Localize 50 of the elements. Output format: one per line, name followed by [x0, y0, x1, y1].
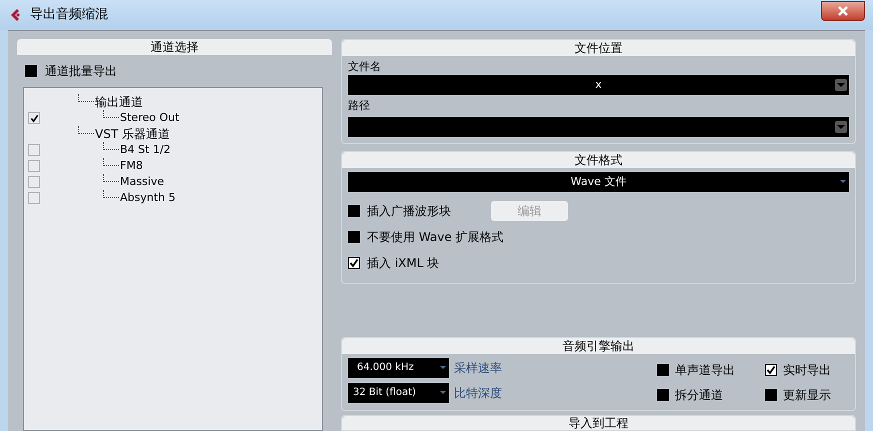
checkbox-label: 拆分通道	[675, 386, 723, 404]
checkbox[interactable]	[28, 192, 40, 204]
panel-header: 音频引擎输出	[342, 338, 855, 354]
sample-rate-dropdown[interactable]: 64.000 kHz	[348, 358, 449, 378]
checkbox-label: 更新显示	[783, 386, 831, 404]
caret-icon	[840, 180, 846, 184]
tree-item[interactable]: B4 St 1/2	[120, 142, 171, 158]
checkbox-label: 插入广播波形块	[367, 203, 451, 220]
close-button[interactable]	[821, 1, 865, 21]
checkbox-label: 单声道导出	[675, 362, 735, 379]
checkbox-label: 不要使用 Wave 扩展格式	[367, 229, 504, 246]
checkbox[interactable]	[765, 388, 777, 401]
field-label: 文件名	[347, 59, 382, 75]
window-title: 导出音频缩混	[30, 6, 108, 24]
checkbox[interactable]	[657, 388, 669, 401]
panel-header: 导入到工程	[342, 416, 855, 430]
bit-depth-dropdown[interactable]: 32 Bit (float)	[348, 382, 449, 403]
panel-header: 文件格式	[342, 152, 855, 168]
checkbox[interactable]	[28, 160, 40, 172]
field-label: 比特深度	[454, 384, 502, 402]
field-label: 路径	[347, 98, 371, 114]
checkbox[interactable]	[348, 205, 360, 217]
checkbox[interactable]	[28, 176, 40, 188]
checkbox[interactable]	[348, 231, 360, 243]
close-icon	[837, 6, 849, 16]
path-field[interactable]	[348, 117, 849, 137]
panel-header: 通道选择	[17, 39, 332, 55]
checkbox[interactable]	[765, 364, 777, 376]
dropdown-icon[interactable]	[835, 79, 847, 91]
checkbox[interactable]	[348, 257, 360, 269]
panel-header: 文件位置	[342, 40, 855, 56]
tree-item[interactable]: VST 乐器通道	[95, 125, 170, 143]
tree-item[interactable]: FM8	[120, 158, 143, 174]
checkbox-label: 实时导出	[783, 362, 831, 379]
checkbox-label: 通道批量导出	[45, 63, 117, 80]
tree-item[interactable]: 输出通道	[95, 93, 143, 111]
checkbox-label: 插入 iXML 块	[367, 255, 440, 272]
tree-item[interactable]: Massive	[120, 174, 164, 190]
tree-item[interactable]: Absynth 5	[120, 190, 176, 206]
format-dropdown[interactable]: Wave 文件	[348, 172, 849, 192]
dropdown-icon[interactable]	[835, 121, 847, 133]
checkbox[interactable]	[28, 112, 40, 124]
field-label: 采样速率	[454, 360, 502, 377]
tree-item[interactable]: Stereo Out	[120, 110, 180, 126]
caret-icon	[440, 366, 446, 370]
checkbox[interactable]	[25, 65, 37, 77]
checkbox[interactable]	[657, 364, 669, 376]
checkbox[interactable]	[28, 144, 40, 156]
caret-icon	[440, 390, 446, 395]
filename-field[interactable]: x	[348, 75, 849, 95]
